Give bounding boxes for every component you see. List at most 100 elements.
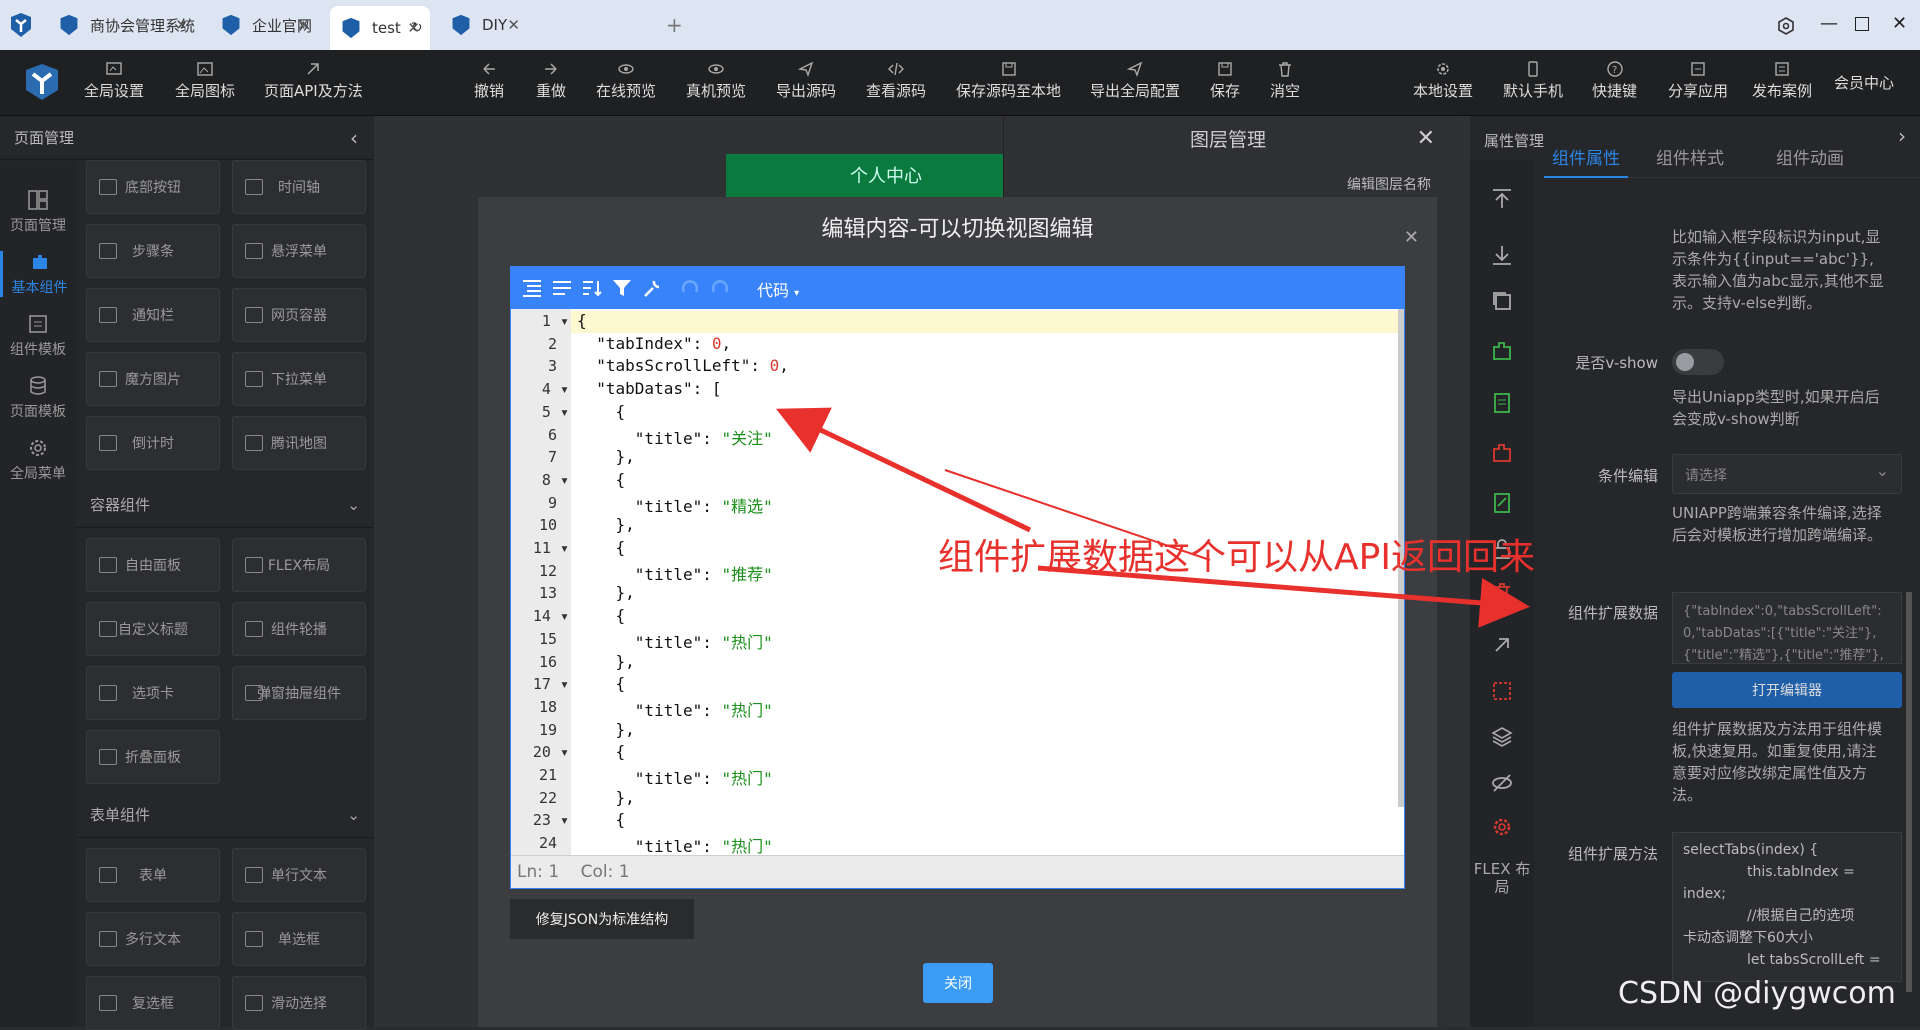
browser-tab-2[interactable]: test ↻ ✕ <box>330 6 430 50</box>
copy-icon[interactable] <box>1491 290 1513 312</box>
component-item[interactable]: 多行文本 <box>86 912 220 966</box>
filter-icon[interactable] <box>611 278 633 298</box>
tab-close-icon[interactable]: ✕ <box>297 16 310 34</box>
open-editor-button[interactable]: 打开编辑器 <box>1672 672 1902 708</box>
hide-icon[interactable] <box>1491 772 1513 794</box>
component-item[interactable]: 步骤条 <box>86 224 220 278</box>
nav-page-manage[interactable]: 页面管理 <box>0 189 76 235</box>
component-item[interactable]: 单选框 <box>232 912 366 966</box>
component-item[interactable]: 悬浮菜单 <box>232 224 366 278</box>
green-document-icon[interactable] <box>1491 392 1513 414</box>
component-item[interactable]: 倒计时 <box>86 416 220 470</box>
member-center-button[interactable]: 会员中心 <box>1834 72 1894 93</box>
compact-icon[interactable] <box>551 278 573 298</box>
undo-icon[interactable] <box>679 278 701 298</box>
publish-case-button[interactable]: 发布案例 <box>1752 60 1812 101</box>
clear-button[interactable]: 消空 <box>1270 60 1300 101</box>
browser-tab-0[interactable]: 商协会管理系统 ✕ <box>48 6 198 44</box>
close-button[interactable]: 关闭 <box>923 963 993 1003</box>
component-item[interactable]: 选项卡 <box>86 666 220 720</box>
component-item[interactable]: 魔方图片 <box>86 352 220 406</box>
layers-icon[interactable] <box>1491 726 1513 748</box>
nav-component-templates[interactable]: 组件模板 <box>0 313 76 359</box>
component-item[interactable]: 时间轴 <box>232 160 366 214</box>
tab-component-style[interactable]: 组件样式 <box>1656 144 1724 169</box>
cond-compile-select[interactable]: 请选择 ⌄ <box>1672 454 1902 494</box>
wrench-icon[interactable] <box>641 278 663 298</box>
window-close-icon[interactable]: ✕ <box>1892 13 1907 34</box>
global-icons-button[interactable]: 全局图标 <box>175 60 235 101</box>
local-settings-button[interactable]: 本地设置 <box>1413 60 1473 101</box>
component-item[interactable]: 自由面板 <box>86 538 220 592</box>
red-select-icon[interactable] <box>1491 680 1513 702</box>
collapse-icon[interactable]: ‹ <box>350 116 358 160</box>
view-source-button[interactable]: 查看源码 <box>866 60 926 101</box>
export-global-config-button[interactable]: 导出全局配置 <box>1090 60 1180 101</box>
nav-global-menu[interactable]: 全局菜单 <box>0 437 76 483</box>
tab-close-icon[interactable]: ✕ <box>175 16 188 34</box>
nav-page-templates[interactable]: 页面模板 <box>0 375 76 421</box>
component-item[interactable]: 通知栏 <box>86 288 220 342</box>
undo-button[interactable]: 撤销 <box>474 60 504 101</box>
green-edit-icon[interactable] <box>1491 492 1513 514</box>
component-item[interactable]: 下拉菜单 <box>232 352 366 406</box>
browser-tab-3[interactable]: DIY ✕ <box>440 6 530 44</box>
redo-icon[interactable] <box>709 278 731 298</box>
minimize-icon[interactable]: — <box>1820 13 1838 34</box>
link-icon[interactable] <box>1491 634 1513 656</box>
component-item[interactable]: 复选框 <box>86 976 220 1030</box>
component-item[interactable]: 自定义标题 <box>86 602 220 656</box>
component-item[interactable]: FLEX布局 <box>232 538 366 592</box>
modal-close-icon[interactable]: ✕ <box>1404 227 1419 248</box>
tab-close-icon[interactable]: ✕ <box>507 16 520 34</box>
tab-close-icon[interactable]: ✕ <box>407 19 420 37</box>
move-top-icon[interactable] <box>1491 188 1513 210</box>
redo-button[interactable]: 重做 <box>536 60 566 101</box>
share-app-button[interactable]: 分享应用 <box>1668 60 1728 101</box>
red-gear-icon[interactable] <box>1491 816 1513 838</box>
component-item[interactable]: 腾讯地图 <box>232 416 366 470</box>
tab-component-props[interactable]: 组件属性 <box>1544 144 1628 178</box>
component-item[interactable]: 折叠面板 <box>86 730 220 784</box>
move-bottom-icon[interactable] <box>1491 244 1513 266</box>
global-settings-button[interactable]: 全局设置 <box>84 60 144 101</box>
canvas-banner[interactable]: 个人中心 <box>726 154 1046 200</box>
sort-icon[interactable] <box>581 278 603 298</box>
component-item[interactable]: 弹窗抽屉组件 <box>232 666 366 720</box>
component-item[interactable]: 网页容器 <box>232 288 366 342</box>
maximize-icon[interactable] <box>1855 17 1869 31</box>
ext-method-textarea[interactable]: selectTabs(index) { this.tabIndex = inde… <box>1672 832 1902 982</box>
save-source-local-button[interactable]: 保存源码至本地 <box>956 60 1061 101</box>
fix-json-button[interactable]: 修复JSON为标准结构 <box>510 899 694 939</box>
save-button[interactable]: 保存 <box>1210 60 1240 101</box>
green-puzzle-icon[interactable] <box>1491 340 1513 362</box>
browser-tab-1[interactable]: 企业官网 ✕ <box>210 6 320 44</box>
export-source-button[interactable]: 导出源码 <box>776 60 836 101</box>
right-panel-scrollbar[interactable] <box>1906 592 1912 992</box>
component-item[interactable]: 滑动选择 <box>232 976 366 1030</box>
red-trash-icon[interactable] <box>1491 582 1513 604</box>
device-preview-button[interactable]: 真机预览 <box>686 60 746 101</box>
default-phone-button[interactable]: 默认手机 <box>1503 60 1563 101</box>
component-item[interactable]: 底部按钮 <box>86 160 220 214</box>
tab-component-animation[interactable]: 组件动画 <box>1776 144 1844 169</box>
container-section-header[interactable]: 容器组件 ⌄ <box>76 482 374 528</box>
edit-layer-name[interactable]: 编辑图层名称 <box>1347 174 1431 194</box>
form-section-header[interactable]: 表单组件 ⌄ <box>76 792 374 838</box>
flex-layout-button[interactable]: FLEX 布局 <box>1470 860 1534 896</box>
shortcuts-button[interactable]: ? 快捷键 <box>1592 60 1637 101</box>
page-api-button[interactable]: 页面API及方法 <box>264 60 363 101</box>
component-item[interactable]: 单行文本 <box>232 848 366 902</box>
vshow-toggle[interactable] <box>1672 349 1724 375</box>
component-item[interactable]: 表单 <box>86 848 220 902</box>
layer-close-icon[interactable]: ✕ <box>1417 126 1435 151</box>
online-preview-button[interactable]: 在线预览 <box>596 60 656 101</box>
format-icon[interactable] <box>521 278 543 298</box>
component-item[interactable]: 组件轮播 <box>232 602 366 656</box>
red-puzzle-icon[interactable] <box>1491 442 1513 464</box>
ext-data-textarea[interactable]: {"tabIndex":0,"tabsScrollLeft":0,"tabDat… <box>1672 592 1902 664</box>
nav-basic-components[interactable]: 基本组件 <box>0 251 76 297</box>
new-tab-button[interactable]: + <box>666 13 683 37</box>
extension-icon[interactable] <box>1777 17 1795 35</box>
mode-dropdown[interactable]: 代码 ▾ <box>757 277 799 301</box>
